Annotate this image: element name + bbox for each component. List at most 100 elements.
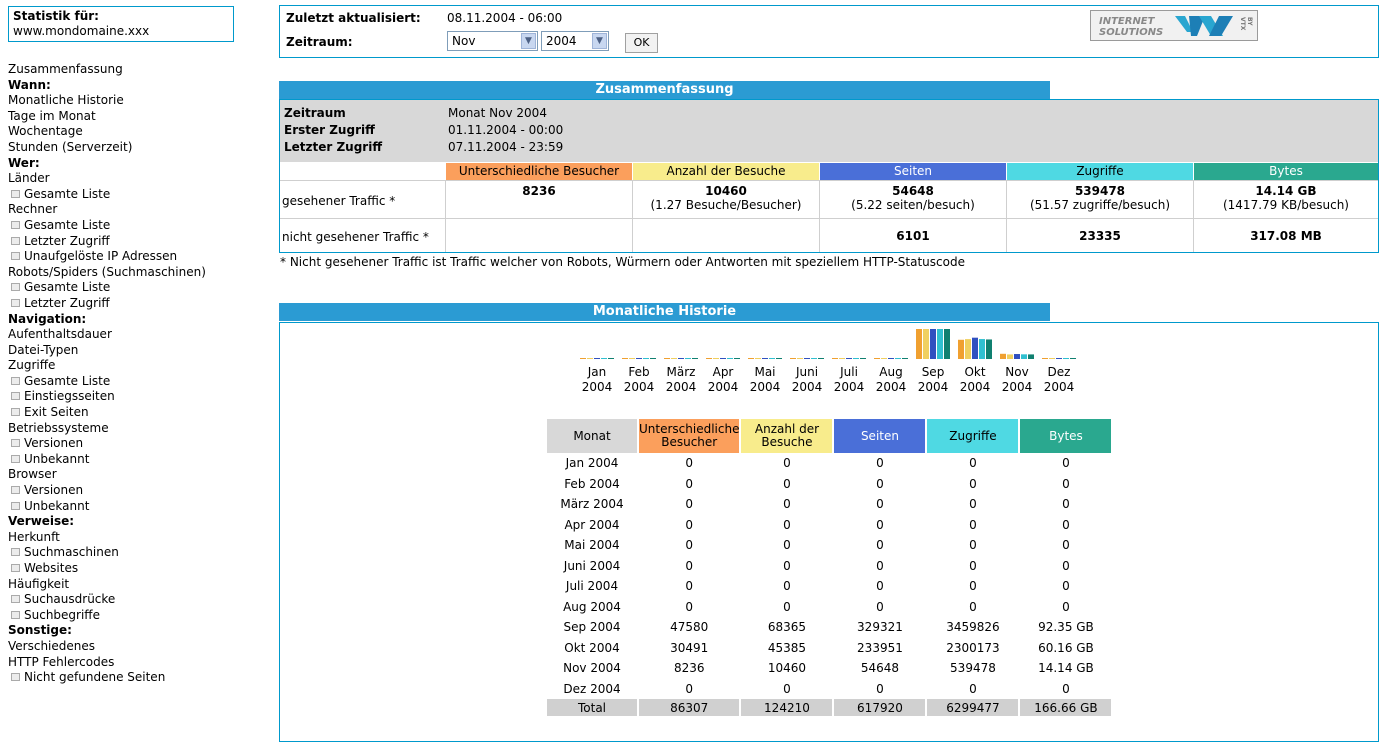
sidebar-item-zugriffe[interactable]: Zugriffe (8, 358, 240, 374)
summary-column-header: Seiten (820, 163, 1006, 180)
sidebar-subitem-gesamte-liste[interactable]: Gesamte Liste (8, 218, 240, 234)
sidebar-subitem-suchmaschinen[interactable]: Suchmaschinen (8, 545, 240, 561)
chart-bar (727, 358, 733, 359)
sidebar-item-herkunft[interactable]: Herkunft (8, 530, 240, 546)
chart-bar (622, 358, 628, 359)
value-cell: 0 (685, 599, 694, 614)
seen-traffic-number: 539478 (1074, 184, 1126, 198)
logo-by: BY VTX (1239, 17, 1253, 31)
logo-line-2: SOLUTIONS (1099, 27, 1164, 38)
logo-line-1: INTERNET (1099, 16, 1155, 27)
total-value: 617920 (834, 699, 926, 716)
total-value: 6299477 (927, 699, 1019, 716)
sidebar-subitem-suchbegriffe[interactable]: Suchbegriffe (8, 608, 240, 624)
sidebar-subitem-letzter-zugriff[interactable]: Letzter Zugriff (8, 234, 240, 250)
sidebar-item-monatliche-historie[interactable]: Monatliche Historie (8, 93, 240, 109)
sidebar-item-tage-im-monat[interactable]: Tage im Monat (8, 109, 240, 125)
value-cell: 0 (876, 517, 884, 532)
value-cell: 0 (969, 456, 977, 471)
chart-tick-label: Nov (1005, 365, 1028, 379)
value-cell: 0 (876, 599, 884, 614)
chart-bar (629, 358, 635, 359)
chart-tick-label: März (667, 365, 696, 379)
sidebar-subitem-suchausdrücke[interactable]: Suchausdrücke (8, 592, 240, 608)
chart-bar (790, 358, 796, 359)
sidebar-subitem-gesamte-liste[interactable]: Gesamte Liste (8, 187, 240, 203)
unseen-traffic-label: nicht gesehener Traffic * (282, 230, 429, 244)
chart-bar (755, 358, 761, 359)
month-select-value: Nov (452, 34, 476, 48)
sidebar-item-verschiedenes[interactable]: Verschiedenes (8, 639, 240, 655)
total-value: 124210 (741, 699, 833, 716)
month-select[interactable]: Nov ▼ (447, 31, 538, 51)
monthly-history-chart: Jan2004Feb2004März2004Apr2004Mai2004Juni… (580, 329, 1076, 394)
sidebar-item-rechner[interactable]: Rechner (8, 202, 240, 218)
sidebar-item-häufigkeit[interactable]: Häufigkeit (8, 577, 240, 593)
sidebar-item-aufenthaltsdauer[interactable]: Aufenthaltsdauer (8, 327, 240, 343)
sidebar-subitem-label: Gesamte Liste (24, 280, 111, 295)
value-cell: 0 (1062, 558, 1070, 573)
value-cell: 10460 (767, 661, 807, 676)
value-cell: 329321 (857, 620, 903, 635)
sidebar-subitem-gesamte-liste[interactable]: Gesamte Liste (8, 280, 240, 296)
value-cell: 0 (876, 497, 884, 512)
chart-bar (580, 358, 586, 359)
sidebar-subitem-label: Suchausdrücke (24, 592, 116, 607)
value-cell: 0 (876, 681, 884, 696)
ok-button[interactable]: OK (625, 33, 658, 53)
value-cell: 0 (969, 497, 977, 512)
chart-bar (678, 358, 684, 359)
sidebar-item-datei-typen[interactable]: Datei-Typen (8, 343, 240, 359)
stat-title: Statistik für: (13, 9, 99, 23)
value-cell: 0 (685, 456, 694, 471)
table-row: Sep 2004 47580 68365 329321 3459826 92.35 GB (547, 617, 1111, 638)
sidebar-subitem-versionen[interactable]: Versionen (8, 483, 240, 499)
sidebar-subitem-nicht-gefundene-seiten[interactable]: Nicht gefundene Seiten (8, 670, 240, 686)
sidebar-subitem-unaufgelöste-ip-adressen[interactable]: Unaufgelöste IP Adressen (8, 249, 240, 265)
history-column-header: Bytes (1020, 419, 1112, 453)
sidebar-subitem-label: Suchmaschinen (24, 545, 119, 560)
value-cell: 0 (876, 476, 884, 491)
list-icon (11, 283, 20, 292)
chevron-down-icon[interactable]: ▼ (592, 33, 607, 49)
top-bar: Zuletzt aktualisiert: 08.11.2004 - 06:00… (279, 5, 1379, 58)
value-cell: 68365 (767, 620, 807, 635)
sidebar-item-zusammenfassung[interactable]: Zusammenfassung (8, 62, 240, 78)
chart-bar (965, 339, 971, 359)
value-cell: 60.16 GB (1038, 640, 1094, 655)
sidebar-item-browser[interactable]: Browser (8, 467, 240, 483)
sidebar-subitem-gesamte-liste[interactable]: Gesamte Liste (8, 374, 240, 390)
sidebar-item-betriebssysteme[interactable]: Betriebssysteme (8, 421, 240, 437)
sidebar-item-wochentage[interactable]: Wochentage (8, 124, 240, 140)
sidebar-heading-navigation: Navigation: (8, 311, 87, 326)
sidebar-item-länder[interactable]: Länder (8, 171, 240, 187)
sidebar-subitem-unbekannt[interactable]: Unbekannt (8, 499, 240, 515)
domain-name: www.mondomaine.xxx (13, 24, 150, 38)
sidebar-subitem-unbekannt[interactable]: Unbekannt (8, 452, 240, 468)
sidebar-item-stunden-serverzeit[interactable]: Stunden (Serverzeit) (8, 140, 240, 156)
sidebar-subitem-exit-seiten[interactable]: Exit Seiten (8, 405, 240, 421)
seen-traffic-number: 54648 (892, 184, 934, 198)
history-panel: Jan 2004 Feb 2004 März 2004 Apr 2004 Mai 2004 Juni… (279, 322, 1379, 742)
value-cell: 0 (783, 579, 791, 594)
summary-info-band (280, 100, 1378, 162)
list-icon (11, 454, 20, 463)
chart-bar (748, 358, 754, 359)
sidebar-subitem-websites[interactable]: Websites (8, 561, 240, 577)
value-cell: 0 (969, 476, 977, 491)
chart-bar (902, 358, 908, 359)
chart-bar (944, 329, 950, 359)
sidebar-subitem-versionen[interactable]: Versionen (8, 436, 240, 452)
chart-bar (643, 358, 649, 359)
sidebar-subitem-letzter-zugriff[interactable]: Letzter Zugriff (8, 296, 240, 312)
year-select[interactable]: 2004 ▼ (541, 31, 609, 51)
history-column-header: Anzahl der Besuche (741, 419, 833, 453)
chart-tick-label: 2004 (1044, 380, 1075, 394)
sidebar-subitem-einstiegsseiten[interactable]: Einstiegsseiten (8, 389, 240, 405)
chevron-down-icon[interactable]: ▼ (521, 33, 536, 49)
sidebar-item-http-fehlercodes[interactable]: HTTP Fehlercodes (8, 655, 240, 671)
seen-traffic-value: 539478 (51.57 zugriffe/besuch) (1007, 184, 1193, 212)
value-cell: 0 (685, 497, 694, 512)
chart-tick-label: Jan (587, 365, 607, 379)
sidebar-item-robots-spiders-suchmaschinen[interactable]: Robots/Spiders (Suchmaschinen) (8, 265, 240, 281)
